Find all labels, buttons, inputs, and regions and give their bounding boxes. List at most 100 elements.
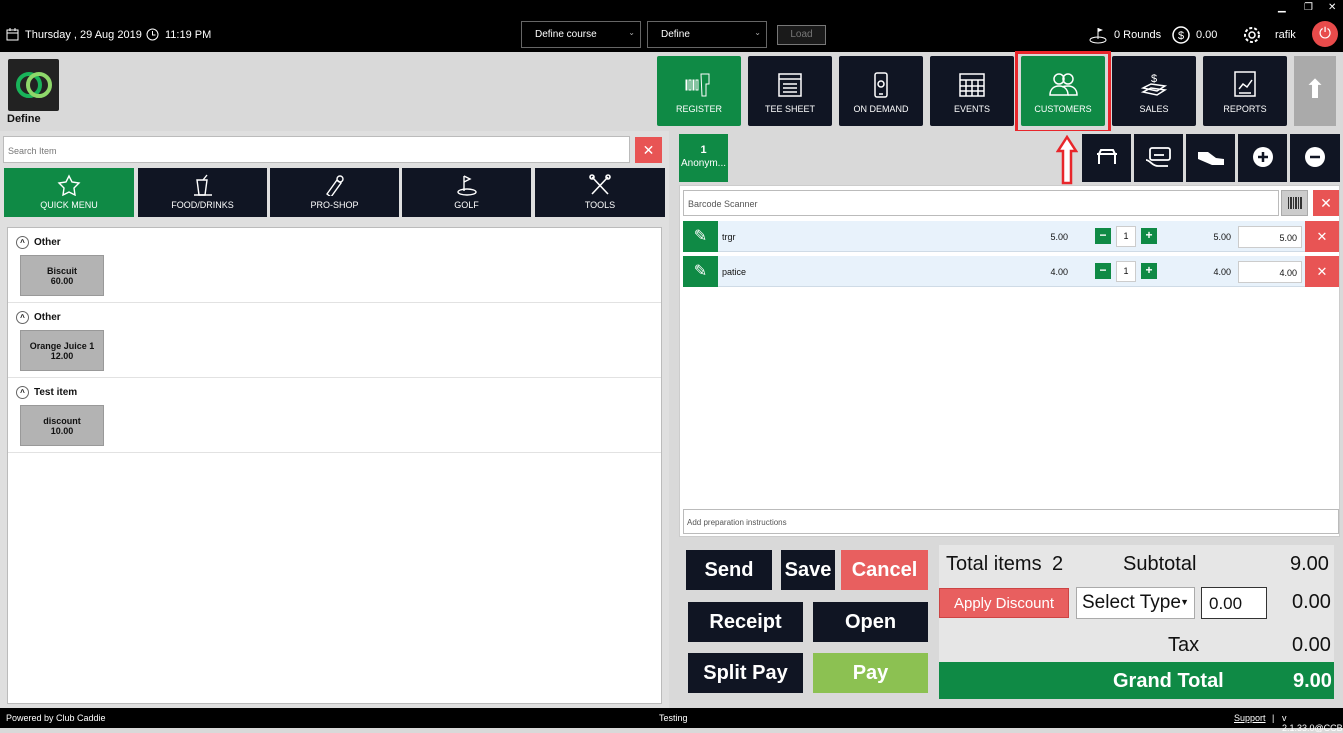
close-icon[interactable]: ✕	[1328, 2, 1336, 13]
category-tools[interactable]: TOOLS	[535, 168, 665, 217]
nav-reports[interactable]: REPORTS	[1203, 56, 1287, 126]
grand-total-label: Grand Total	[1113, 670, 1224, 692]
arrow-up-icon[interactable]: ⬆	[1294, 56, 1336, 126]
pencil-icon[interactable]: ✎	[683, 221, 718, 252]
qty-decrease-button[interactable]: −	[1095, 263, 1111, 279]
category-label: QUICK MENU	[40, 200, 98, 210]
discount-input[interactable]: 0.00	[1201, 587, 1267, 619]
item-price: 60.00	[50, 276, 74, 286]
cancel-button[interactable]: Cancel	[841, 550, 928, 590]
tax-label: Tax	[1168, 634, 1200, 656]
group-header[interactable]: ^ Test item	[16, 386, 77, 399]
qty-decrease-button[interactable]: −	[1095, 228, 1111, 244]
item-name: Orange Juice 1	[29, 341, 95, 351]
item-tile[interactable]: Orange Juice 1 12.00	[20, 330, 104, 371]
item-list: ^ Other Biscuit 60.00 ^ Other Orange Jui…	[7, 227, 662, 704]
search-input[interactable]: Search Item	[3, 136, 630, 163]
barcode-input[interactable]: Barcode Scanner	[683, 190, 1279, 216]
item-tile[interactable]: Biscuit 60.00	[20, 255, 104, 296]
apply-discount-button[interactable]: Apply Discount	[939, 588, 1069, 618]
delete-item-button[interactable]: ✕	[1305, 221, 1339, 252]
qty-increase-button[interactable]: +	[1141, 228, 1157, 244]
chevron-up-icon[interactable]: ^	[16, 386, 29, 399]
discount-type-select[interactable]: Select Type ▼	[1076, 587, 1195, 619]
balance-display[interactable]: $ 0.00	[1172, 26, 1217, 44]
save-button[interactable]: Save	[781, 550, 835, 590]
svg-text:$: $	[1151, 73, 1157, 85]
cart-row: ✎ trgr 5.00 − 1 + 5.00 5.00 ✕	[683, 221, 1339, 252]
clear-barcode-button[interactable]: ✕	[1313, 190, 1339, 216]
cart-item-total: 4.00	[1213, 267, 1231, 277]
chevron-up-icon[interactable]: ^	[16, 236, 29, 249]
gear-icon[interactable]	[1243, 26, 1261, 44]
power-icon[interactable]: ⏻	[1312, 21, 1338, 47]
preparation-instructions-input[interactable]: Add preparation instructions	[683, 509, 1339, 534]
course-select[interactable]: Define course ⌄	[521, 21, 641, 48]
send-button[interactable]: Send	[686, 550, 772, 590]
brand-name: Define	[7, 113, 41, 125]
minimize-icon[interactable]: ▁	[1278, 2, 1286, 13]
environment-label: Testing	[659, 713, 688, 723]
cart-item-total: 5.00	[1213, 232, 1231, 242]
nav-label: TEE SHEET	[764, 104, 815, 114]
nav-label: SALES	[1139, 104, 1169, 114]
top-bar: Thursday , 29 Aug 2019 11:19 PM Define c…	[0, 0, 1343, 52]
amount-input[interactable]: 5.00	[1238, 226, 1302, 248]
rounds-text: 0 Rounds	[1114, 29, 1162, 41]
category-food-drinks[interactable]: FOOD/DRINKS	[138, 168, 267, 217]
hand-pay-button[interactable]	[1186, 134, 1235, 182]
grand-total-bar: Grand Total 9.00	[939, 662, 1334, 699]
item-tile[interactable]: discount 10.00	[20, 405, 104, 446]
course-select-value: Define course	[535, 29, 597, 40]
table-button[interactable]	[1082, 134, 1131, 182]
nav-register[interactable]: REGISTER	[657, 56, 741, 126]
clock-icon	[146, 28, 159, 41]
pay-button[interactable]: Pay	[813, 653, 928, 693]
nav-label: REPORTS	[1223, 104, 1267, 114]
open-button[interactable]: Open	[813, 602, 928, 642]
category-pro-shop[interactable]: PRO-SHOP	[270, 168, 399, 217]
category-golf[interactable]: GOLF	[402, 168, 531, 217]
customer-tab[interactable]: 1 Anonym...	[679, 134, 728, 182]
nav-events[interactable]: EVENTS	[930, 56, 1014, 126]
add-button[interactable]	[1238, 134, 1287, 182]
group-header[interactable]: ^ Other	[16, 311, 61, 324]
restore-icon[interactable]: ❐	[1304, 2, 1313, 13]
user-menu[interactable]: rafik	[1243, 26, 1296, 44]
support-link[interactable]: Support	[1234, 713, 1266, 723]
clear-search-button[interactable]: ✕	[635, 137, 662, 163]
mobile-phone-icon	[874, 72, 888, 98]
hand-card-button[interactable]	[1134, 134, 1183, 182]
golf-cart-icon	[1089, 28, 1107, 44]
nav-tee-sheet[interactable]: TEE SHEET	[748, 56, 832, 126]
nav-label: ON DEMAND	[853, 104, 909, 114]
group-title: Test item	[34, 387, 78, 398]
pencil-icon[interactable]: ✎	[683, 256, 718, 287]
qty-increase-button[interactable]: +	[1141, 263, 1157, 279]
drink-icon	[193, 174, 212, 196]
cart-row: ✎ patice 4.00 − 1 + 4.00 4.00 ✕	[683, 256, 1339, 287]
customer-tab-name: Anonym...	[680, 158, 727, 169]
time-display: 11:19 PM	[146, 28, 211, 41]
cart-item-name: patice	[722, 267, 747, 277]
nav-on-demand[interactable]: ON DEMAND	[839, 56, 923, 126]
qty-input[interactable]: 1	[1116, 226, 1136, 247]
rounds-display[interactable]: 0 Rounds	[1088, 26, 1161, 44]
footer-separator: |	[1272, 713, 1275, 723]
chevron-up-icon[interactable]: ^	[16, 311, 29, 324]
load-button[interactable]: Load	[777, 25, 826, 45]
category-quick-menu[interactable]: QUICK MENU	[4, 168, 134, 217]
qty-input[interactable]: 1	[1116, 261, 1136, 282]
barcode-icon[interactable]	[1281, 190, 1308, 216]
delete-item-button[interactable]: ✕	[1305, 256, 1339, 287]
split-pay-button[interactable]: Split Pay	[688, 653, 803, 693]
receipt-button[interactable]: Receipt	[688, 602, 803, 642]
group-header[interactable]: ^ Other	[16, 236, 61, 249]
chevron-down-icon: ⌄	[628, 28, 635, 37]
calendar-list-icon	[778, 73, 802, 97]
nav-sales[interactable]: $ SALES	[1112, 56, 1196, 126]
remove-button[interactable]	[1290, 134, 1340, 182]
define-select[interactable]: Define ⌄	[647, 21, 767, 48]
discount-value: 0.00	[1292, 591, 1331, 613]
amount-input[interactable]: 4.00	[1238, 261, 1302, 283]
